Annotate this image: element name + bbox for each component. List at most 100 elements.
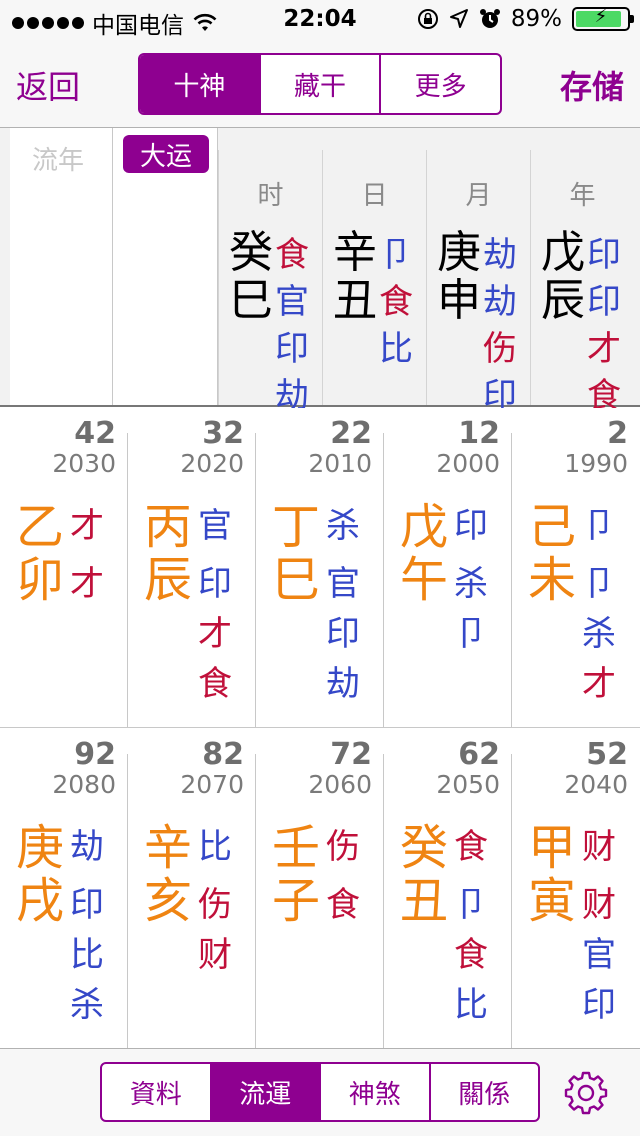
segment-shensha[interactable]: 神煞 <box>319 1064 429 1120</box>
pillar-year: 年 戊 辰 印 印 才 食 <box>530 150 634 416</box>
earthly-branch: 丑 <box>333 275 377 326</box>
ten-god: 才 <box>587 329 621 369</box>
segment-shishen[interactable]: 十神 <box>140 55 259 113</box>
dayun-start-age: 62 <box>458 737 500 772</box>
ten-gods-list: 官印才食 <box>198 501 238 709</box>
ten-god: 伤 <box>483 329 517 369</box>
ten-gods-list: 印杀卩 <box>454 501 494 659</box>
dayun-badge: 大运 <box>123 135 209 173</box>
dayun-cell[interactable]: 82 2070 辛亥比伤财 <box>128 729 256 1049</box>
segment-relations[interactable]: 關係 <box>428 1064 539 1120</box>
branch-ten-god: 印 <box>70 885 104 925</box>
branch-ten-god: 食 <box>326 885 360 925</box>
dayun-start-year: 2060 <box>308 770 372 799</box>
heavenly-stem: 戊 <box>400 499 449 555</box>
segment-canggan[interactable]: 藏干 <box>258 55 380 113</box>
segment-more[interactable]: 更多 <box>379 55 500 113</box>
ten-god: 食 <box>379 282 413 322</box>
branch-ten-god: 比 <box>70 935 104 975</box>
ten-god: 劫 <box>483 282 517 322</box>
dayun-cell[interactable]: 22 2010 丁巳杀官印劫 <box>256 408 384 728</box>
ten-god: 印 <box>587 282 621 322</box>
branch-ten-god: 印 <box>198 564 232 604</box>
dayun-cell[interactable]: 52 2040 甲寅财财官印 <box>512 729 640 1049</box>
dayun-column[interactable]: 大运 <box>113 128 218 405</box>
ten-god: 卩 <box>379 235 413 275</box>
ten-gods-list: 食卩食比 <box>454 822 494 1030</box>
dayun-start-year: 2050 <box>436 770 500 799</box>
dayun-cell[interactable]: 12 2000 戊午印杀卩 <box>384 408 512 728</box>
ten-gods-list: 财财官印 <box>582 822 622 1030</box>
earthly-branch: 戌 <box>16 873 65 929</box>
pillar-label: 年 <box>569 181 596 211</box>
liunian-column[interactable]: 流年 <box>0 128 113 405</box>
pillar-day: 日 辛 丑 卩 食 比 <box>322 150 426 405</box>
ten-gods-list: 印 印 才 食 <box>587 232 627 420</box>
earthly-branch: 卯 <box>16 552 65 608</box>
stem-ten-god: 伤 <box>326 827 360 867</box>
natal-chart-header: 流年 大运 时 癸 巳 食 官 印 劫 日 辛 丑 卩 食 比 月 庚 申 劫 … <box>0 128 640 416</box>
dayun-start-year: 2080 <box>52 770 116 799</box>
branch-ten-god: 劫 <box>326 664 360 704</box>
dayun-start-age: 42 <box>74 416 116 451</box>
dayun-start-age: 72 <box>330 737 372 772</box>
view-mode-segmented-control: 十神 藏干 更多 <box>138 53 502 115</box>
battery-icon: ⚡ <box>572 6 634 31</box>
ten-gods-list: 劫印比杀 <box>70 822 110 1030</box>
stem-ten-god: 杀 <box>326 506 360 546</box>
dayun-start-year: 2020 <box>180 449 244 478</box>
ten-gods-list: 食 官 印 劫 <box>275 232 315 420</box>
heavenly-stem: 乙 <box>16 499 65 555</box>
earthly-branch: 申 <box>437 275 481 326</box>
nav-bar: 返回 十神 藏干 更多 存储 <box>0 40 640 128</box>
dayun-start-year: 2030 <box>52 449 116 478</box>
dayun-cell[interactable]: 62 2050 癸丑食卩食比 <box>384 729 512 1049</box>
heavenly-stem: 癸 <box>400 820 449 876</box>
dayun-cell[interactable]: 42 2030 乙卯才才 <box>0 408 128 728</box>
heavenly-stem: 壬 <box>272 820 321 876</box>
earthly-branch: 辰 <box>541 275 585 326</box>
back-button[interactable]: 返回 <box>16 62 80 108</box>
dayun-start-year: 2040 <box>564 770 628 799</box>
dayun-row: 92 2080 庚戌劫印比杀 82 2070 辛亥比伤财 72 2060 壬子伤食 62 2050 癸… <box>0 729 640 1049</box>
dayun-cell[interactable]: 32 2020 丙辰官印才食 <box>128 408 256 728</box>
earthly-branch: 亥 <box>144 873 193 929</box>
earthly-branch: 午 <box>400 552 449 608</box>
ten-god: 食 <box>275 235 309 275</box>
dayun-start-year: 2070 <box>180 770 244 799</box>
save-button[interactable]: 存储 <box>560 62 624 108</box>
dayun-start-age: 12 <box>458 416 500 451</box>
battery-percent: 89% <box>510 6 562 32</box>
ten-god: 官 <box>275 282 309 322</box>
earthly-branch: 巳 <box>272 552 321 608</box>
ten-gods-list: 卩卩杀才 <box>582 501 622 709</box>
ten-gods-list: 伤食 <box>326 822 366 930</box>
branch-ten-god: 印 <box>582 985 616 1025</box>
branch-ten-god: 才 <box>198 614 232 654</box>
stem-ten-god: 卩 <box>582 506 616 546</box>
dayun-cell[interactable]: 2 1990 己未卩卩杀才 <box>512 408 640 728</box>
branch-ten-god: 官 <box>326 564 360 604</box>
ten-god: 比 <box>379 329 413 369</box>
ten-god: 印 <box>587 235 621 275</box>
branch-ten-god: 伤 <box>198 885 232 925</box>
earthly-branch: 未 <box>528 552 577 608</box>
dayun-cell[interactable]: 92 2080 庚戌劫印比杀 <box>0 729 128 1049</box>
branch-ten-god: 财 <box>582 885 616 925</box>
heavenly-stem: 甲 <box>528 820 577 876</box>
dayun-start-age: 82 <box>202 737 244 772</box>
alarm-icon <box>479 9 500 28</box>
dayun-start-year: 1990 <box>564 449 628 478</box>
segment-liuyun[interactable]: 流運 <box>209 1064 319 1120</box>
branch-ten-god: 杀 <box>454 564 488 604</box>
ten-gods-list: 劫 劫 伤 印 <box>483 232 523 420</box>
heavenly-stem: 辛 <box>144 820 193 876</box>
heavenly-stem: 庚 <box>16 820 65 876</box>
segment-profile[interactable]: 資料 <box>102 1064 210 1120</box>
earthly-branch: 子 <box>272 873 321 929</box>
gear-icon[interactable] <box>563 1070 609 1116</box>
dayun-cell[interactable]: 72 2060 壬子伤食 <box>256 729 384 1049</box>
dayun-row: 42 2030 乙卯才才 32 2020 丙辰官印才食 22 2010 丁巳杀官印劫 12 2000… <box>0 408 640 728</box>
branch-ten-god: 卩 <box>454 885 488 925</box>
dayun-start-age: 22 <box>330 416 372 451</box>
